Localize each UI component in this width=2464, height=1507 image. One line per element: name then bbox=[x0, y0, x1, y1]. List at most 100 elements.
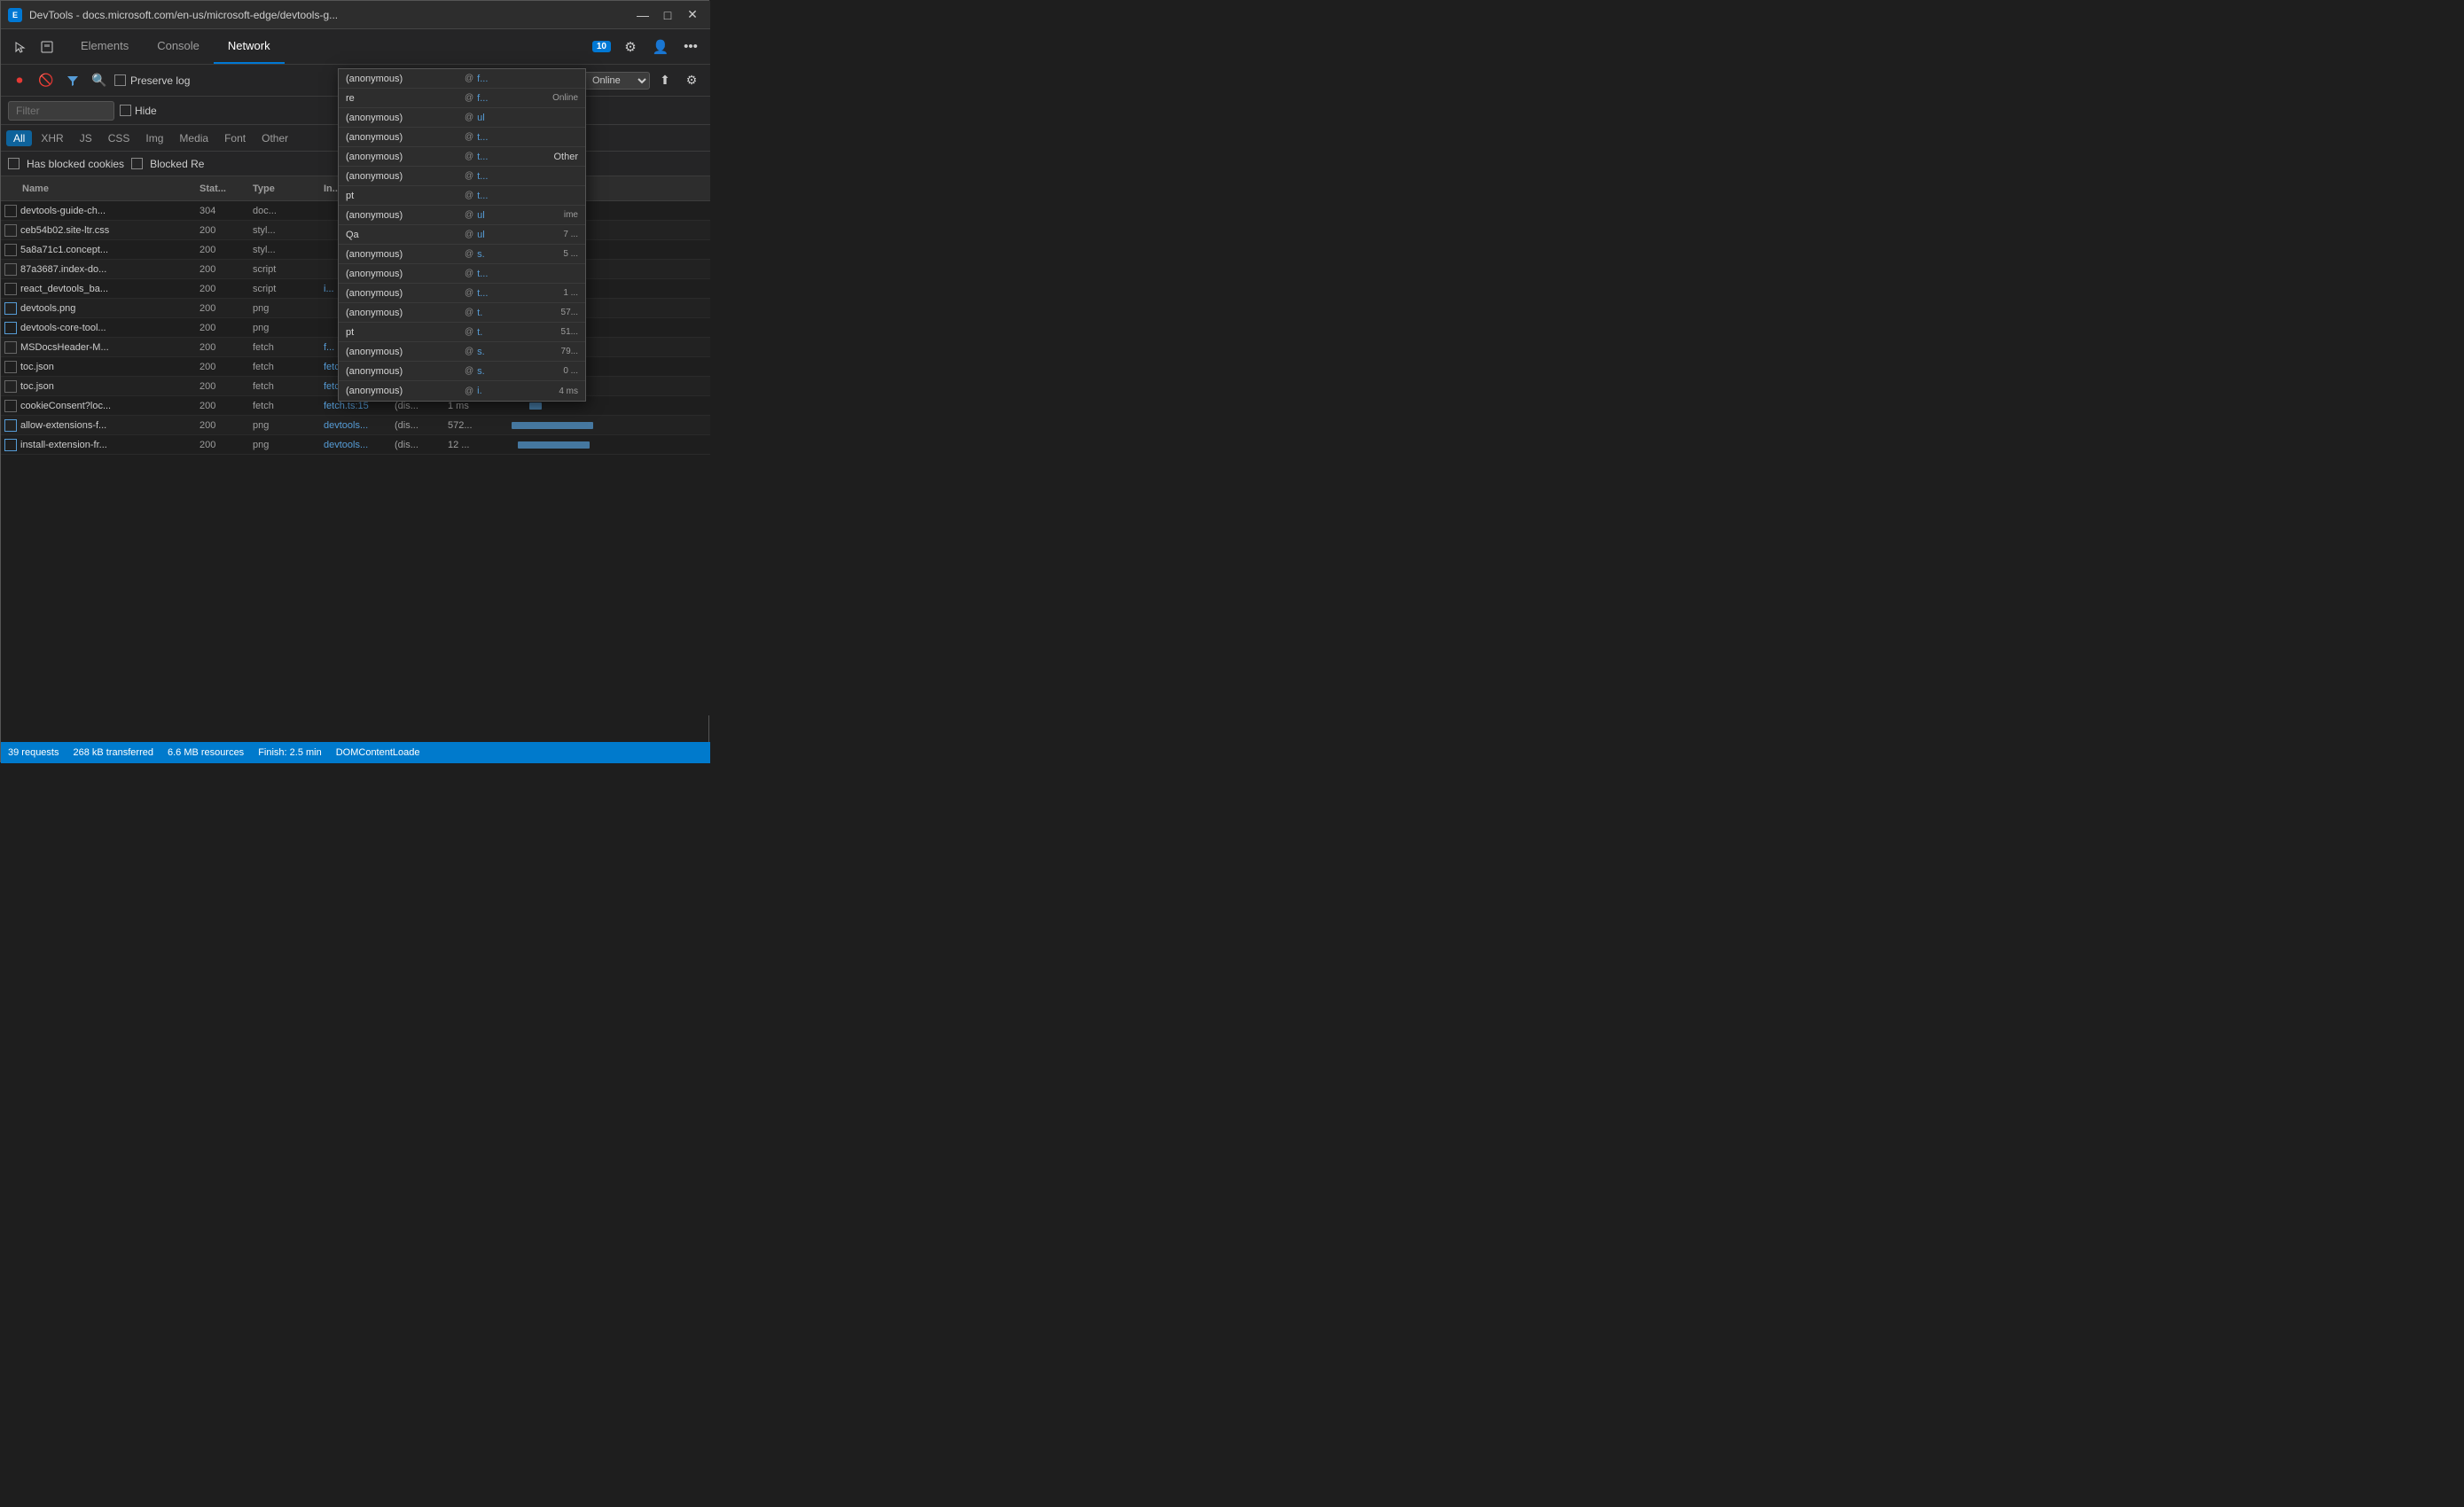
inspect-btn[interactable] bbox=[35, 35, 59, 59]
di-source[interactable]: i. bbox=[477, 386, 555, 396]
filter-input[interactable] bbox=[8, 101, 114, 121]
cell-status: 200 bbox=[199, 401, 253, 411]
dropdown-item[interactable]: pt @ t. 51... bbox=[339, 323, 585, 342]
type-btn-font[interactable]: Font bbox=[217, 130, 253, 146]
di-name: (anonymous) bbox=[346, 269, 461, 279]
file-icon bbox=[4, 263, 17, 276]
title-bar: E DevTools - docs.microsoft.com/en-us/mi… bbox=[1, 1, 710, 29]
cell-waterfall bbox=[501, 401, 707, 411]
tab-console[interactable]: Console bbox=[143, 29, 214, 64]
type-btn-css[interactable]: CSS bbox=[101, 130, 137, 146]
network-settings-btn[interactable]: ⚙ bbox=[680, 69, 703, 92]
preserve-log-checkbox[interactable] bbox=[114, 74, 126, 86]
resources-size: 6.6 MB resources bbox=[168, 747, 244, 758]
minimize-button[interactable]: — bbox=[632, 4, 653, 26]
cell-type: png bbox=[253, 420, 324, 431]
di-source[interactable]: t... bbox=[477, 288, 559, 299]
dropdown-item[interactable]: pt @ t... bbox=[339, 186, 585, 206]
import-btn[interactable]: ⬆ bbox=[653, 69, 677, 92]
cell-name: 87a3687.index-do... bbox=[4, 263, 199, 276]
dropdown-item[interactable]: (anonymous) @ ul ime bbox=[339, 206, 585, 225]
di-source[interactable]: s. bbox=[477, 249, 559, 260]
table-row[interactable]: install-extension-fr... 200 png devtools… bbox=[1, 435, 710, 455]
clear-button[interactable]: 🚫 bbox=[35, 69, 58, 92]
blocked-re-checkbox[interactable] bbox=[131, 158, 143, 169]
di-source[interactable]: s. bbox=[477, 366, 559, 377]
dropdown-item[interactable]: (anonymous) @ i. 4 ms bbox=[339, 381, 585, 401]
profile-btn[interactable]: 👤 bbox=[648, 35, 673, 59]
di-source[interactable]: t... bbox=[477, 191, 575, 201]
type-btn-js[interactable]: JS bbox=[73, 130, 99, 146]
di-source[interactable]: f... bbox=[477, 93, 549, 104]
dropdown-item[interactable]: (anonymous) @ s. 0 ... bbox=[339, 362, 585, 381]
dropdown-item[interactable]: (anonymous) @ t... Other bbox=[339, 147, 585, 167]
file-icon bbox=[4, 380, 17, 393]
header-status[interactable]: Stat... bbox=[199, 183, 253, 194]
tab-network[interactable]: Network bbox=[214, 29, 285, 64]
filter-button[interactable] bbox=[61, 69, 84, 92]
more-btn[interactable]: ••• bbox=[678, 35, 703, 59]
cursor-tool-btn[interactable] bbox=[8, 35, 33, 59]
file-icon bbox=[4, 361, 17, 373]
error-badge: 10 bbox=[592, 41, 611, 52]
blocked-cookies-label: Has blocked cookies bbox=[27, 158, 124, 170]
type-btn-img[interactable]: Img bbox=[138, 130, 170, 146]
throttle-select[interactable]: Online Fast 3G Slow 3G Offline bbox=[583, 72, 650, 90]
type-btn-media[interactable]: Media bbox=[172, 130, 215, 146]
di-source[interactable]: t. bbox=[477, 327, 557, 338]
dropdown-item[interactable]: re @ f... Online bbox=[339, 89, 585, 108]
dropdown-item[interactable]: (anonymous) @ s. 79... bbox=[339, 342, 585, 362]
hide-checkbox[interactable] bbox=[120, 105, 131, 116]
settings-btn[interactable]: ⚙ bbox=[618, 35, 643, 59]
header-name[interactable]: Name bbox=[4, 183, 199, 194]
table-row[interactable]: allow-extensions-f... 200 png devtools..… bbox=[1, 416, 710, 435]
di-source[interactable]: t... bbox=[477, 132, 575, 143]
di-source[interactable]: ul bbox=[477, 230, 559, 240]
dropdown-item[interactable]: (anonymous) @ t. 57... bbox=[339, 303, 585, 323]
cell-initiator[interactable]: devtools... bbox=[324, 440, 395, 450]
cell-type: script bbox=[253, 284, 324, 294]
di-name: (anonymous) bbox=[346, 366, 461, 377]
di-source[interactable]: t... bbox=[477, 269, 575, 279]
di-source[interactable]: t. bbox=[477, 308, 557, 318]
record-button[interactable]: ⏺ bbox=[8, 69, 31, 92]
dropdown-item[interactable]: (anonymous) @ s. 5 ... bbox=[339, 245, 585, 264]
dropdown-item[interactable]: (anonymous) @ t... bbox=[339, 128, 585, 147]
type-btn-all[interactable]: All bbox=[6, 130, 32, 146]
cell-initiator[interactable]: devtools... bbox=[324, 420, 395, 431]
di-source[interactable]: f... bbox=[477, 74, 575, 84]
di-source[interactable]: s. bbox=[477, 347, 557, 357]
di-source[interactable]: t... bbox=[477, 152, 550, 162]
type-btn-other[interactable]: Other bbox=[254, 130, 295, 146]
dropdown-item[interactable]: (anonymous) @ t... bbox=[339, 264, 585, 284]
type-btn-xhr[interactable]: XHR bbox=[34, 130, 70, 146]
di-source[interactable]: t... bbox=[477, 171, 575, 182]
cell-status: 200 bbox=[199, 381, 253, 392]
tab-elements[interactable]: Elements bbox=[66, 29, 143, 64]
cell-initiator[interactable]: fetch.ts:15 bbox=[324, 401, 395, 411]
di-source[interactable]: ul bbox=[477, 210, 560, 221]
di-name: pt bbox=[346, 327, 461, 338]
hide-wrap: Hide bbox=[120, 105, 157, 117]
di-at: @ bbox=[465, 132, 473, 142]
dropdown-item[interactable]: (anonymous) @ f... bbox=[339, 69, 585, 89]
maximize-button[interactable]: □ bbox=[657, 4, 678, 26]
file-icon bbox=[4, 205, 17, 217]
di-name: (anonymous) bbox=[346, 210, 461, 221]
di-at: @ bbox=[465, 249, 473, 259]
dropdown-item[interactable]: (anonymous) @ t... 1 ... bbox=[339, 284, 585, 303]
di-at: @ bbox=[465, 288, 473, 298]
dropdown-item[interactable]: (anonymous) @ t... bbox=[339, 167, 585, 186]
cell-time: 1 ms bbox=[448, 401, 501, 411]
cell-status: 200 bbox=[199, 323, 253, 333]
dropdown-item[interactable]: (anonymous) @ ul bbox=[339, 108, 585, 128]
header-type[interactable]: Type bbox=[253, 183, 324, 194]
di-at: @ bbox=[465, 230, 473, 239]
blocked-cookies-checkbox[interactable] bbox=[8, 158, 20, 169]
close-button[interactable]: ✕ bbox=[682, 4, 703, 26]
search-button[interactable]: 🔍 bbox=[88, 69, 111, 92]
di-source[interactable]: ul bbox=[477, 113, 575, 123]
transferred-size: 268 kB transferred bbox=[73, 747, 153, 758]
cell-type: fetch bbox=[253, 362, 324, 372]
dropdown-item[interactable]: Qa @ ul 7 ... bbox=[339, 225, 585, 245]
